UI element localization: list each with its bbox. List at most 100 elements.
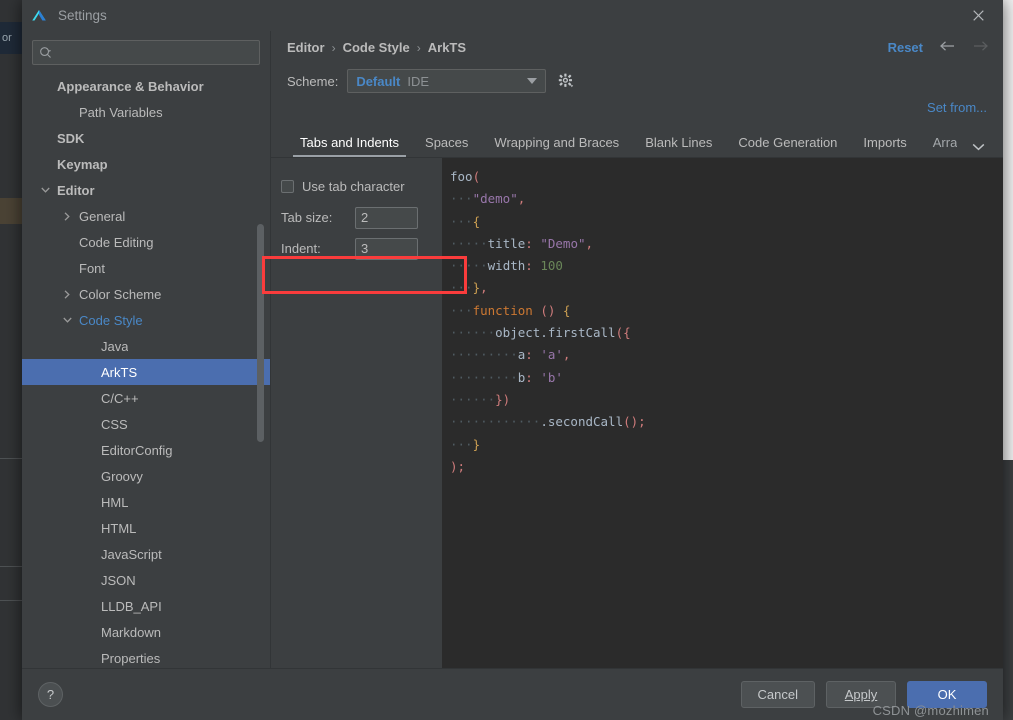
search-box[interactable]	[32, 40, 260, 65]
preview-code: foo(···"demo", ···{·····title: "Demo", ···…	[450, 166, 1003, 478]
code-token: 100	[540, 258, 563, 274]
gear-icon[interactable]	[558, 73, 574, 89]
sidebar-item-c-c[interactable]: C/C++	[22, 385, 270, 411]
tabs-overflow-button[interactable]	[972, 143, 985, 151]
code-token: 'a'	[540, 347, 563, 363]
chevron-down-icon[interactable]	[60, 317, 74, 323]
sidebar-item-label: Editor	[57, 182, 95, 198]
preview-line: ·········a: 'a',	[450, 344, 1003, 366]
close-icon[interactable]	[961, 0, 995, 31]
sidebar-item-label: SDK	[57, 130, 85, 146]
apply-button[interactable]: Apply	[826, 681, 896, 708]
sidebar-item-label: Code Style	[79, 312, 143, 328]
sidebar-item-editor[interactable]: Editor	[22, 177, 270, 203]
sidebar-item-css[interactable]: CSS	[22, 411, 270, 437]
arrow-left-glyph	[940, 40, 954, 51]
preview-line: ···}	[450, 434, 1003, 456]
code-token: ({	[615, 325, 631, 341]
sidebar-item-color-scheme[interactable]: Color Scheme	[22, 281, 270, 307]
sidebar-item-code-style[interactable]: Code Style	[22, 307, 270, 333]
gear-glyph	[559, 73, 574, 88]
use-tab-character-row[interactable]: Use tab character	[281, 171, 442, 202]
tab-spaces[interactable]: Spaces	[412, 135, 481, 157]
breadcrumb-item-editor[interactable]: Editor	[287, 40, 325, 55]
code-token: {	[562, 302, 571, 318]
sidebar-item-code-editing[interactable]: Code Editing	[22, 229, 270, 255]
sidebar-item-font[interactable]: Font	[22, 255, 270, 281]
chevron-right-icon[interactable]	[60, 211, 74, 221]
arrow-left-icon[interactable]	[939, 40, 956, 56]
settings-tree[interactable]: Appearance & Behavior Path Variables SDK Ke…	[22, 71, 270, 668]
sidebar-item-json[interactable]: JSON	[22, 567, 270, 593]
tab-code-generation[interactable]: Code Generation	[725, 135, 850, 157]
sidebar-item-java[interactable]: Java	[22, 333, 270, 359]
dialog-footer: ? Cancel Apply OK CSDN @mozhimen	[22, 668, 1003, 720]
preview-line: ······})	[450, 389, 1003, 411]
sidebar-item-arkts[interactable]: ArkTS	[22, 359, 270, 385]
use-tab-character-label: Use tab character	[302, 179, 405, 194]
sidebar-item-appearance-behavior[interactable]: Appearance & Behavior	[22, 73, 270, 99]
chevron-down-glyph	[527, 78, 538, 84]
tab-size-row: Tab size:	[281, 202, 442, 233]
tab-size-input[interactable]	[355, 206, 418, 229]
tree-scrollbar-thumb[interactable]	[257, 224, 264, 442]
sidebar-item-general[interactable]: General	[22, 203, 270, 229]
close-glyph	[972, 10, 984, 21]
sidebar-item-lldb-api[interactable]: LLDB_API	[22, 593, 270, 619]
code-token: ······	[450, 391, 496, 407]
code-token: :	[525, 347, 533, 363]
sidebar-item-keymap[interactable]: Keymap	[22, 151, 270, 177]
scheme-combobox[interactable]: Default IDE	[347, 69, 547, 93]
sidebar-item-properties[interactable]: Properties	[22, 645, 270, 668]
cancel-button[interactable]: Cancel	[740, 681, 815, 708]
code-token: width	[487, 258, 526, 274]
tab-blank-lines[interactable]: Blank Lines	[632, 135, 725, 157]
breadcrumb-item-arkts[interactable]: ArkTS	[428, 40, 466, 55]
help-icon[interactable]: ?	[38, 682, 63, 707]
reset-link[interactable]: Reset	[888, 40, 923, 55]
tab-arra[interactable]: Arra	[920, 135, 958, 157]
set-from-link[interactable]: Set from...	[927, 100, 987, 115]
sidebar-item-sdk[interactable]: SDK	[22, 125, 270, 151]
code-token: :	[525, 369, 533, 385]
scheme-value: Default	[356, 73, 401, 89]
sidebar-item-path-variables[interactable]: Path Variables	[22, 99, 270, 125]
ok-button[interactable]: OK	[907, 681, 987, 708]
chevron-right-icon[interactable]	[60, 289, 74, 299]
use-tab-character-checkbox[interactable]	[281, 180, 294, 193]
background-selected-row	[0, 198, 22, 224]
breadcrumb-item-code-style[interactable]: Code Style	[343, 40, 410, 55]
sidebar-item-markdown[interactable]: Markdown	[22, 619, 270, 645]
sidebar-item-label: LLDB_API	[101, 598, 162, 614]
indent-input[interactable]	[355, 237, 418, 260]
sidebar-item-label: CSS	[101, 416, 128, 432]
preview-line: ······object.firstCall({	[450, 322, 1003, 344]
code-token: ,	[562, 347, 571, 363]
deveco-logo-icon	[32, 9, 46, 20]
code-style-preview[interactable]: foo(···"demo", ···{·····title: "Demo", ···…	[442, 158, 1003, 668]
sidebar-item-label: Font	[79, 260, 106, 276]
code-token: ··	[450, 235, 466, 251]
sidebar-item-editorconfig[interactable]: EditorConfig	[22, 437, 270, 463]
sidebar-item-hml[interactable]: HML	[22, 489, 270, 515]
tab-content-panes: Use tab character Tab size: Indent: foo(…	[271, 158, 1003, 668]
arrow-right-glyph	[974, 40, 988, 51]
sidebar-item-html[interactable]: HTML	[22, 515, 270, 541]
indent-row: Indent:	[281, 233, 442, 264]
settings-tabs[interactable]: Tabs and Indents Spaces Wrapping and Brace…	[271, 126, 1003, 158]
chevron-down-icon[interactable]	[38, 187, 52, 193]
preview-scrollbar[interactable]	[995, 158, 1003, 668]
tab-imports[interactable]: Imports	[850, 135, 919, 157]
sidebar-item-groovy[interactable]: Groovy	[22, 463, 270, 489]
tab-tabs-and-indents[interactable]: Tabs and Indents	[287, 135, 412, 157]
code-token: ·········	[450, 347, 518, 363]
settings-content-pane: Editor › Code Style › ArkTS Reset Scheme…	[271, 31, 1003, 668]
code-token: ,	[585, 235, 594, 251]
sidebar-item-javascript[interactable]: JavaScript	[22, 541, 270, 567]
sidebar-item-label: General	[79, 208, 126, 224]
tab-wrapping-and-braces[interactable]: Wrapping and Braces	[481, 135, 632, 157]
preview-line: ···},	[450, 277, 1003, 299]
search-input[interactable]	[56, 45, 253, 60]
code-token: title	[487, 235, 526, 251]
